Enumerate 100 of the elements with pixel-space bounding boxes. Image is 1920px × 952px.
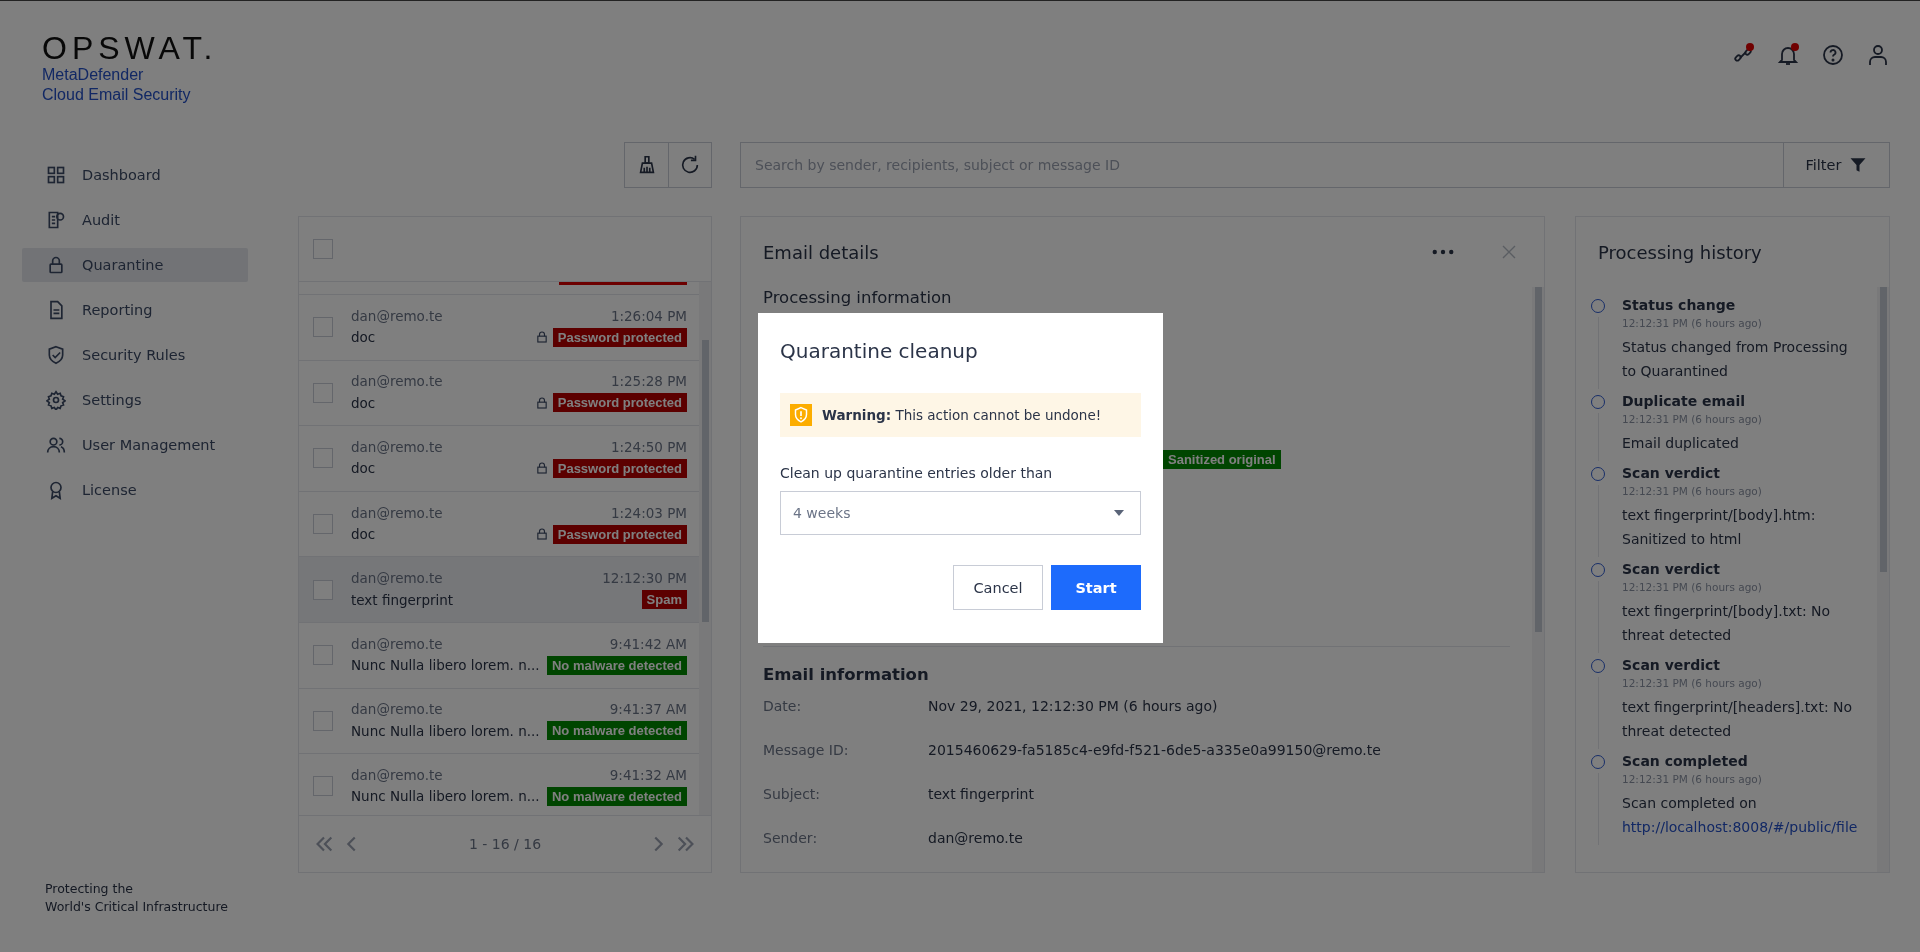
sender: dan@remo.te <box>351 570 443 587</box>
product-name: MetaDefender <box>42 65 145 85</box>
event-time: 12:12:31 PM (6 hours ago) <box>1622 413 1763 425</box>
report-link[interactable]: http://localhost:8008/#/public/file <box>1622 815 1862 839</box>
scrollbar[interactable] <box>1877 287 1889 872</box>
shield-check-icon <box>46 345 66 365</box>
row-checkbox[interactable] <box>313 710 333 731</box>
received-time: 1:26:04 PM <box>610 307 687 324</box>
field-value: dan@remo.te <box>928 830 1023 846</box>
more-icon[interactable] <box>1432 249 1454 255</box>
sender: dan@remo.te <box>351 307 443 324</box>
row-checkbox[interactable] <box>313 645 333 666</box>
event-time: 12:12:31 PM (6 hours ago) <box>1622 581 1763 593</box>
row-checkbox[interactable] <box>313 776 333 797</box>
event-title: Scan verdict <box>1622 561 1721 577</box>
row-checkbox[interactable] <box>313 448 333 469</box>
field-value: Nov 29, 2021, 12:12:30 PM (6 hours ago) <box>928 698 1218 714</box>
subject: doc <box>351 526 376 543</box>
logo: OPSWAT. <box>42 31 219 65</box>
row-checkbox[interactable] <box>313 579 333 600</box>
bell-icon[interactable] <box>1776 43 1800 67</box>
funnel-icon <box>1849 156 1868 174</box>
sender: dan@remo.te <box>351 373 443 390</box>
event-description: Email duplicated <box>1622 434 1740 453</box>
sender: dan@remo.te <box>351 504 443 521</box>
scrollbar[interactable] <box>1532 287 1544 872</box>
received-time: 9:41:37 AM <box>609 701 687 718</box>
warning-shield-icon <box>790 404 812 426</box>
page-range: 1 - 16 / 16 <box>468 836 542 852</box>
received-time: 9:41:32 AM <box>609 766 687 783</box>
field-value: 2015460629-fa5185c4-e9fd-f521-6de5-a335e0a99150@remo.te <box>928 742 1381 758</box>
tagline: World's Critical Infrastructure <box>45 898 229 916</box>
section-title: Processing information <box>763 287 953 307</box>
sidebar-item[interactable]: Quarantine <box>22 248 248 282</box>
age-select[interactable]: 4 weeks <box>780 491 1141 535</box>
section-title: Email information <box>763 664 930 684</box>
sidebar-item[interactable]: License <box>22 473 248 507</box>
select-all-checkbox[interactable] <box>313 239 333 259</box>
verdict-label: Password protected <box>552 524 687 544</box>
event-title: Scan verdict <box>1622 657 1721 673</box>
sanitized-label: Sanitized original <box>1163 450 1281 469</box>
tagline: Protecting the <box>45 880 134 898</box>
verdict-label: Password protected <box>552 393 687 413</box>
subject: Nunc Nulla libero lorem. n... <box>351 722 540 739</box>
received-time: 1:24:50 PM <box>610 439 687 455</box>
event-title: Duplicate email <box>1622 393 1747 409</box>
email-row[interactable]: dan@remo.te 9:41:37 AM Nunc Nulla libero lorem. n... No malware detected <box>299 688 699 755</box>
email-row[interactable]: dan@remo.te 12:12:30 PM text fingerprint Spam <box>299 557 699 623</box>
row-checkbox[interactable] <box>313 317 333 338</box>
clipboard-icon <box>46 210 66 230</box>
event-description: text fingerprint/[body].htm: Sanitized to html <box>1622 506 1817 549</box>
verdict-label: Spam <box>641 590 687 610</box>
event-description: Status changed from Processing to Quarantined <box>1622 338 1849 381</box>
email-row[interactable]: dan@remo.te 9:41:32 AM Nunc Nulla libero lorem. n... No malware detected <box>299 754 699 815</box>
subject: Nunc Nulla libero lorem. n... <box>351 657 540 674</box>
verdict-label: No malware detected <box>546 655 687 675</box>
email-row[interactable]: dan@remo.te 1:26:04 PM doc Password protected <box>299 295 699 361</box>
field-label: Clean up quarantine entries older than <box>780 465 1054 481</box>
field-label: Message ID: <box>763 742 850 758</box>
lock-icon <box>46 255 66 275</box>
dropdown-caret-icon <box>1114 510 1124 516</box>
scrollbar[interactable] <box>699 282 711 815</box>
email-row[interactable]: dan@remo.te 1:24:50 PM doc Password protected <box>299 426 699 492</box>
sidebar-item[interactable]: Settings <box>22 383 248 417</box>
subject: doc <box>351 460 376 477</box>
subject: doc <box>351 394 376 411</box>
received-time: 1:24:03 PM <box>610 504 687 521</box>
sidebar-item[interactable]: User Management <box>22 428 248 462</box>
sender: dan@remo.te <box>351 766 443 783</box>
row-checkbox[interactable] <box>313 514 333 535</box>
email-row[interactable]: dan@remo.te 9:41:42 AM Nunc Nulla libero lorem. n... No malware detected <box>299 622 699 689</box>
verdict-label: Password protected <box>552 327 687 347</box>
help-icon[interactable] <box>1821 43 1845 67</box>
verdict-label: No malware detected <box>546 786 687 806</box>
sidebar-item[interactable]: Security Rules <box>22 338 248 372</box>
panel-title: Email details <box>763 241 880 263</box>
close-icon[interactable] <box>1502 245 1516 259</box>
product-name: Cloud Email Security <box>42 85 192 105</box>
row-checkbox[interactable] <box>313 382 333 403</box>
email-row[interactable]: dan@remo.te 1:25:28 PM doc Password protected <box>299 360 699 427</box>
event-description: text fingerprint/[headers].txt: No threat detected <box>1622 698 1854 741</box>
event-title: Status change <box>1622 297 1737 313</box>
received-time: 12:12:30 PM <box>602 570 687 587</box>
sender: dan@remo.te <box>351 635 443 652</box>
event-description: text fingerprint/[body].txt: No threat detected <box>1622 602 1832 645</box>
sidebar-item[interactable]: Reporting <box>22 293 248 327</box>
verdict-label: No malware detected <box>546 721 687 741</box>
users-icon <box>46 435 66 455</box>
settings-icon <box>46 390 66 410</box>
user-icon[interactable] <box>1866 43 1890 67</box>
sidebar-item[interactable]: Audit <box>22 203 248 237</box>
received-time: 9:41:42 AM <box>609 635 687 652</box>
event-time: 12:12:31 PM (6 hours ago) <box>1622 485 1763 497</box>
sidebar-item[interactable]: Dashboard <box>22 158 248 192</box>
field-label: Sender: <box>763 830 819 846</box>
event-description: Scan completed on <box>1622 794 1758 813</box>
event-time: 12:12:31 PM (6 hours ago) <box>1622 773 1763 785</box>
cancel-button[interactable]: Cancel <box>953 565 1043 610</box>
event-time: 12:12:31 PM (6 hours ago) <box>1622 677 1763 689</box>
start-button[interactable]: Start <box>1051 565 1141 610</box>
